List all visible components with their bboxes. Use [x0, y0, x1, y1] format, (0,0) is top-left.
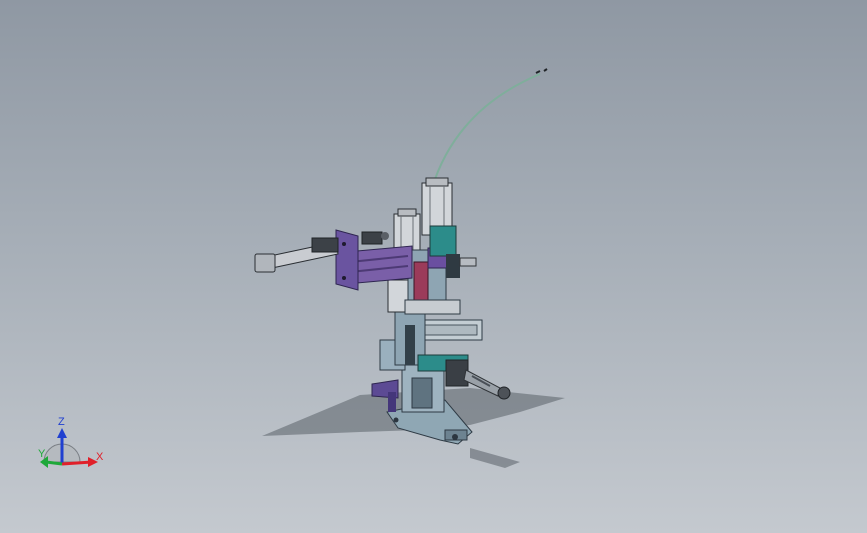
cad-3d-viewport[interactable]: Z Y X	[0, 0, 867, 533]
cad-model-graphics[interactable]	[0, 0, 867, 533]
hose-tip-icon	[535, 68, 548, 74]
air-hose	[431, 73, 541, 189]
triad-y-label: Y	[38, 448, 46, 460]
triad-x-label: X	[96, 451, 104, 463]
triad-z-label: Z	[58, 416, 65, 428]
